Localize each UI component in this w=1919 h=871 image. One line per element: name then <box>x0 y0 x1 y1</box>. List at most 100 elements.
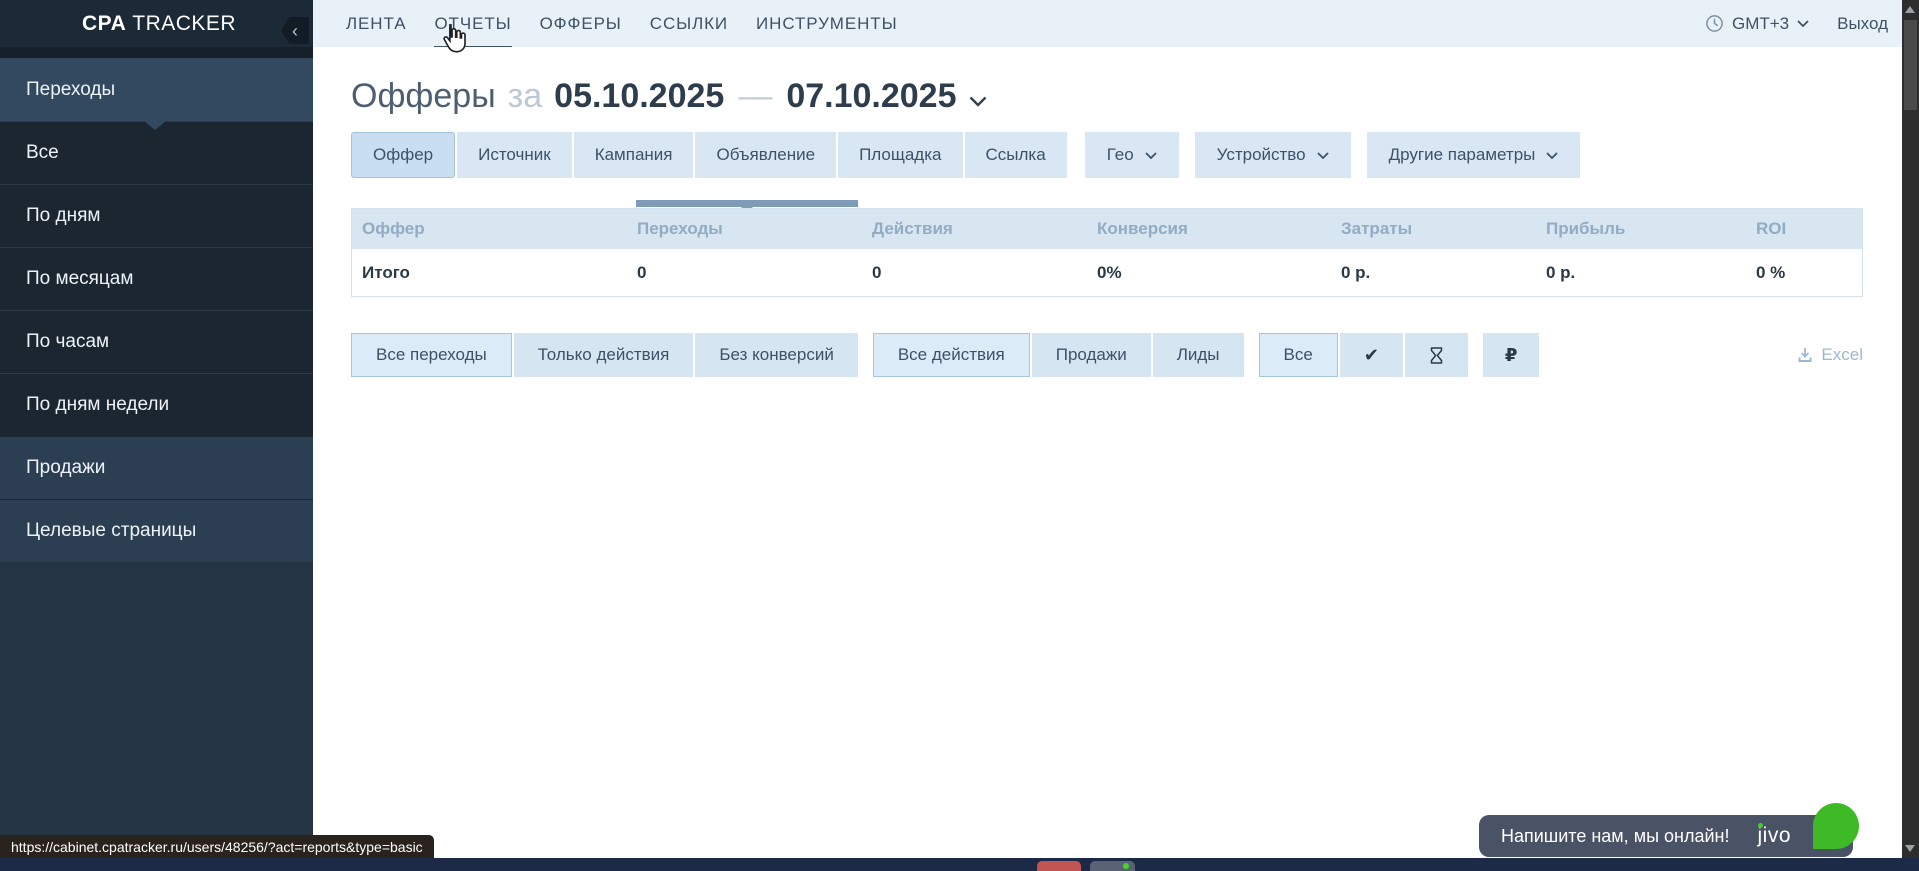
scroll-down-arrow-icon[interactable] <box>1905 845 1915 852</box>
jivo-leaf-icon <box>1813 803 1859 849</box>
dimension-tabs: Оффер Источник Кампания Объявление Площа… <box>351 132 1580 178</box>
timezone-selector[interactable]: GMT+3 <box>1705 14 1809 34</box>
title-preposition: за <box>508 77 543 116</box>
sidebar-item-label: По дням <box>26 205 100 227</box>
app-logo: CPA TRACKER <box>82 12 236 36</box>
report-title: Офферы за 05.10.2025 — 07.10.2025 <box>351 77 987 116</box>
sidebar-item-celevye-stranicy[interactable]: Целевые страницы <box>0 499 313 562</box>
traffic-filter-group: Все переходы Только действия Без конверс… <box>351 333 860 377</box>
filter-vse-perehody[interactable]: Все переходы <box>351 333 512 377</box>
dropdown-label: Гео <box>1107 145 1134 165</box>
filter-lidy[interactable]: Лиды <box>1153 333 1244 377</box>
sidebar-menu: Переходы Все По дням По месяцам По часам… <box>0 58 313 562</box>
chevron-down-icon <box>1797 20 1809 27</box>
filter-currency-rub[interactable]: ₽ <box>1483 333 1540 377</box>
filter-prodazhi[interactable]: Продажи <box>1032 333 1151 377</box>
sidebar-header: CPA TRACKER <box>0 0 313 47</box>
sidebar-item-label: По дням недели <box>26 394 169 416</box>
sidebar-item-label: По месяцам <box>26 268 133 290</box>
dropdown-label: Другие параметры <box>1389 145 1536 165</box>
timezone-value: GMT+3 <box>1732 14 1789 34</box>
dropdown-ustroystvo[interactable]: Устройство <box>1195 132 1351 178</box>
sidebar-item-vse[interactable]: Все <box>0 121 313 184</box>
nav-lenta[interactable]: ЛЕНТА <box>346 14 406 34</box>
filter-status-pending[interactable] <box>1405 333 1468 377</box>
nav-ssylki[interactable]: ССЫЛКИ <box>650 14 728 34</box>
tab-ssylka[interactable]: Ссылка <box>965 132 1067 178</box>
download-icon <box>1797 347 1813 363</box>
sidebar-item-label: По часам <box>26 331 109 353</box>
chat-message: Напишите нам, мы онлайн! <box>1501 826 1729 847</box>
column-header-pribyl[interactable]: Прибыль <box>1546 219 1756 239</box>
logo-rest: TRACKER <box>126 12 236 35</box>
jivo-logo: jivo <box>1757 824 1791 848</box>
sidebar-item-label: Переходы <box>26 79 115 101</box>
sidebar-item-prodazhi[interactable]: Продажи <box>0 436 313 499</box>
totals-konversiya: 0% <box>1097 263 1341 283</box>
topbar-right: GMT+3 Выход <box>1705 0 1888 47</box>
filter-bar: Все переходы Только действия Без конверс… <box>351 333 1554 377</box>
tab-istochnik[interactable]: Источник <box>457 132 572 178</box>
column-header-deystviya[interactable]: Действия <box>872 219 1097 239</box>
main-nav: ЛЕНТА ОТЧЕТЫ ОФФЕРЫ ССЫЛКИ ИНСТРУМЕНТЫ <box>346 0 1902 47</box>
filter-status-vse[interactable]: Все <box>1259 333 1338 377</box>
totals-perehody: 0 <box>637 263 872 283</box>
totals-zatraty: 0 р. <box>1341 263 1546 283</box>
table-totals-row: Итого 0 0 0% 0 р. 0 р. 0 % <box>352 249 1862 296</box>
excel-export-link[interactable]: Excel <box>1797 345 1863 365</box>
sidebar: CPA TRACKER ‹ Переходы Все По дням По ме… <box>0 0 313 858</box>
totals-deystviya: 0 <box>872 263 1097 283</box>
logout-link[interactable]: Выход <box>1837 14 1888 34</box>
date-range-selector[interactable]: 05.10.2025 — 07.10.2025 <box>554 77 986 116</box>
hourglass-icon <box>1429 346 1444 365</box>
chevron-down-icon <box>1317 152 1329 159</box>
column-header-konversiya[interactable]: Конверсия <box>1097 219 1341 239</box>
sidebar-item-po-dnyam[interactable]: По дням <box>0 184 313 247</box>
sidebar-item-po-mesyacam[interactable]: По месяцам <box>0 247 313 310</box>
filter-tolko-deystviya[interactable]: Только действия <box>514 333 694 377</box>
dropdown-geo[interactable]: Гео <box>1085 132 1179 178</box>
ruble-icon: ₽ <box>1505 345 1518 366</box>
clock-icon <box>1705 14 1724 33</box>
date-from: 05.10.2025 <box>554 77 724 116</box>
column-header-offer[interactable]: Оффер <box>352 219 637 239</box>
filter-bez-konversiy[interactable]: Без конверсий <box>695 333 857 377</box>
dropdown-drugie-parametry[interactable]: Другие параметры <box>1367 132 1581 178</box>
active-notch <box>143 120 167 130</box>
column-header-roi[interactable]: ROI <box>1756 219 1864 239</box>
column-header-perehody[interactable]: Переходы <box>637 219 872 239</box>
status-filter-group: Все ✔ <box>1259 333 1470 377</box>
check-icon: ✔ <box>1364 345 1379 366</box>
page-title: Офферы <box>351 77 496 116</box>
sidebar-item-po-dnyam-nedeli[interactable]: По дням недели <box>0 373 313 436</box>
tab-offer[interactable]: Оффер <box>351 132 455 178</box>
nav-offery[interactable]: ОФФЕРЫ <box>540 14 622 34</box>
report-table: Оффер Переходы Действия Конверсия Затрат… <box>351 208 1863 297</box>
sidebar-item-label: Продажи <box>26 457 105 479</box>
tab-kampaniya[interactable]: Кампания <box>574 132 694 178</box>
scroll-up-arrow-icon[interactable] <box>1905 6 1915 13</box>
top-navigation-bar: ЛЕНТА ОТЧЕТЫ ОФФЕРЫ ССЫЛКИ ИНСТРУМЕНТЫ G… <box>313 0 1902 47</box>
jivo-chat-widget[interactable]: Напишите нам, мы онлайн! jivo <box>1479 815 1853 857</box>
vertical-scrollbar[interactable] <box>1902 0 1919 858</box>
filter-vse-deystviya[interactable]: Все действия <box>873 333 1030 377</box>
dropdown-label: Устройство <box>1217 145 1306 165</box>
logo-bold: CPA <box>82 12 126 35</box>
scrollbar-thumb[interactable] <box>1904 20 1917 110</box>
date-dash: — <box>738 77 772 116</box>
sidebar-item-po-chasam[interactable]: По часам <box>0 310 313 373</box>
taskbar-item-red <box>1037 861 1081 871</box>
sidebar-item-label: Целевые страницы <box>26 520 196 542</box>
chevron-down-icon <box>1546 152 1558 159</box>
currency-filter-group: ₽ <box>1483 333 1542 377</box>
column-header-zatraty[interactable]: Затраты <box>1341 219 1546 239</box>
main-content: Офферы за 05.10.2025 — 07.10.2025 Оффер … <box>313 47 1902 858</box>
sidebar-item-perehody[interactable]: Переходы <box>0 58 313 121</box>
totals-pribyl: 0 р. <box>1546 263 1756 283</box>
chevron-left-icon: ‹ <box>292 22 298 40</box>
tab-ploshchadka[interactable]: Площадка <box>838 132 962 178</box>
nav-instrumenty[interactable]: ИНСТРУМЕНТЫ <box>756 14 897 34</box>
filter-status-confirmed[interactable]: ✔ <box>1340 333 1403 377</box>
tab-obyavlenie[interactable]: Объявление <box>695 132 836 178</box>
nav-otchety[interactable]: ОТЧЕТЫ <box>434 14 511 34</box>
